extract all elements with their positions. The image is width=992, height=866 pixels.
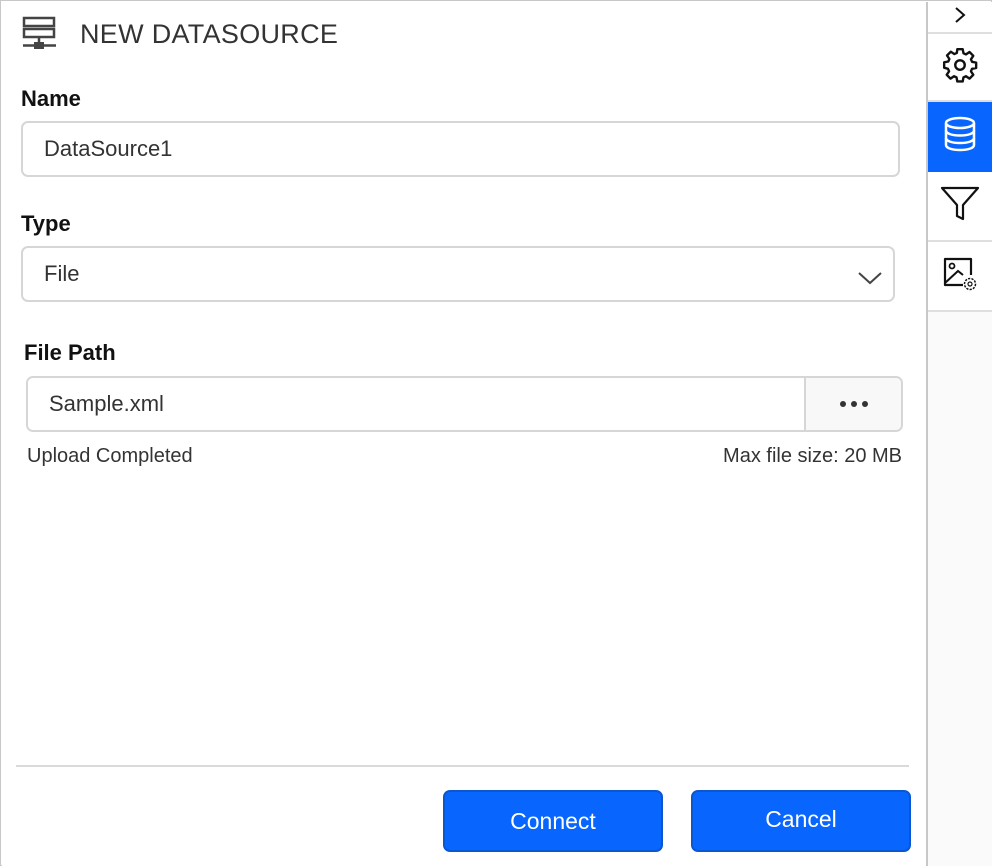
upload-status: Upload Completed (27, 445, 193, 467)
file-path-value: Sample.xml (49, 391, 164, 416)
file-path-input[interactable]: Sample.xml (28, 378, 804, 430)
max-file-size: Max file size: 20 MB (723, 445, 902, 467)
file-path-group: Sample.xml (26, 376, 903, 432)
name-input-value: DataSource1 (44, 136, 173, 161)
cancel-button[interactable]: Cancel (691, 790, 911, 852)
page-title: NEW DATASOURCE (80, 18, 339, 49)
sidebar-item-image-settings[interactable] (928, 242, 992, 312)
more-icon-dot (861, 401, 868, 407)
window-frame: NEW DATASOURCE Name DataSource1 Type Fil… (0, 0, 992, 866)
connect-button[interactable]: Connect (443, 790, 663, 852)
file-path-label: File Path (24, 340, 116, 365)
browse-button[interactable] (804, 378, 901, 430)
more-icon-dot (839, 401, 846, 407)
sidebar-item-properties[interactable] (928, 34, 992, 102)
panel-header: NEW DATASOURCE (22, 14, 338, 54)
right-sidebar (926, 2, 992, 866)
datasource-panel: NEW DATASOURCE Name DataSource1 Type Fil… (2, 2, 926, 866)
gear-icon (941, 46, 979, 89)
chevron-right-icon (953, 6, 967, 29)
more-icon-dot (850, 401, 857, 407)
image-settings-icon (941, 255, 979, 298)
sidebar-item-data[interactable] (928, 102, 992, 172)
collapse-button[interactable] (928, 2, 992, 34)
footer-divider (16, 765, 909, 767)
filter-icon (940, 186, 980, 227)
sidebar-item-filter[interactable] (928, 172, 992, 242)
name-label: Name (21, 86, 81, 111)
type-dropdown[interactable]: File (21, 246, 895, 302)
type-label: Type (21, 211, 71, 236)
server-network-icon (22, 14, 58, 54)
type-dropdown-value: File (44, 261, 80, 286)
database-icon (943, 116, 977, 157)
name-input[interactable]: DataSource1 (21, 121, 900, 177)
chevron-down-icon[interactable] (857, 266, 883, 285)
